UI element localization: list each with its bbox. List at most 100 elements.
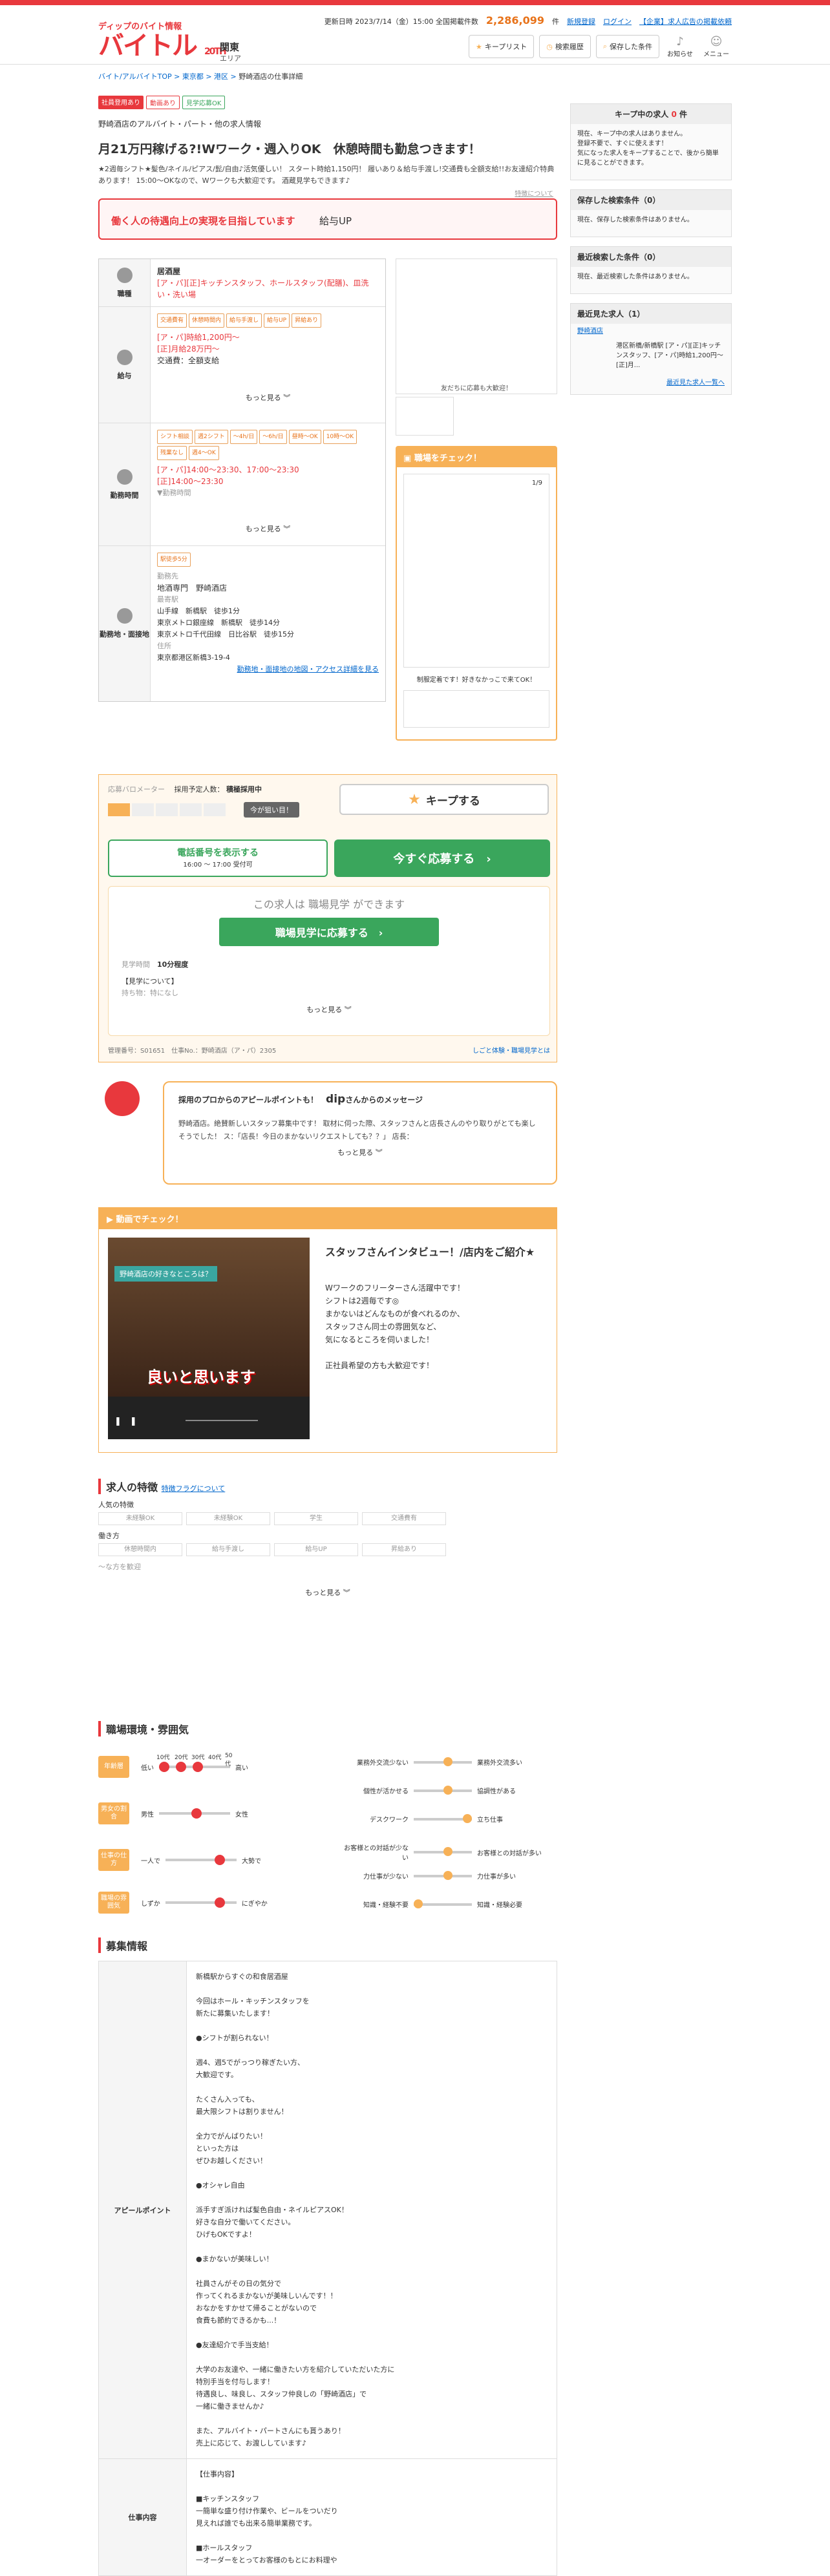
- job-title: 月21万円稼げる?!Wワーク・週入りOK 休憩時間も勤怠つきます！: [98, 142, 481, 156]
- region-change-link[interactable]: エリア: [220, 53, 241, 63]
- video-caption: 野崎酒店の好きなところは？: [114, 1266, 217, 1282]
- recent-jobs-all-link[interactable]: 最近見た求人一覧へ: [571, 375, 731, 388]
- features-link[interactable]: 特徴フラグについて: [162, 1484, 226, 1493]
- bell-icon: ♪: [676, 35, 684, 48]
- recent-cond-box: 最近検索した条件（0） 現在、最近検索した条件はありません。: [570, 246, 732, 294]
- play-icon[interactable]: ❚ ❚: [114, 1414, 137, 1426]
- keep-button[interactable]: ★ キープする: [339, 784, 549, 815]
- recent-job-detail: 港区新橋/新橋駅 [ア・パ][正]キッチンスタッフ、[ア・パ]時給1,200円〜…: [616, 343, 723, 369]
- video-player[interactable]: 野崎酒店の好きなところは？ 良いと思います ❚ ❚: [108, 1238, 310, 1439]
- type-tag: 居酒屋: [157, 267, 181, 276]
- goal-label: 働く人の待遇向上の実現を目指しています: [111, 215, 295, 227]
- map-link[interactable]: 勤務地・面接地の地図・アクセス詳細を見る: [157, 664, 379, 675]
- row-type: 職種 居酒屋 [ア・パ][正]キッチンスタッフ、ホールスタッフ(配膳)、皿洗い・…: [99, 259, 385, 307]
- visit-apply-button[interactable]: 職場見学に応募する ›: [219, 918, 439, 946]
- apply-footer: 管理番号：S01651 仕事No.：野崎酒店（ア・パ）2305 しごと体験・職場…: [108, 1045, 550, 1055]
- meter-label: 応募バロメーター: [108, 785, 165, 794]
- main-content: 社員登用あり 動画あり 見学応募OK 野崎酒店のアルバイト・パート・他の求人情報…: [98, 96, 557, 2576]
- feature-cell: 給与UP: [274, 1543, 358, 1556]
- corp-link[interactable]: 【企業】求人広告の掲載依頼: [639, 16, 732, 26]
- feature-group: 人気の特徴: [98, 1501, 134, 1509]
- apply-now-button[interactable]: 今すぐ応募する ›: [334, 839, 550, 877]
- feature-cell: 学生: [274, 1512, 358, 1525]
- recent-job-link[interactable]: 野崎酒店: [571, 324, 731, 336]
- pay-line: 交通費：全額支給: [157, 356, 220, 365]
- logo[interactable]: ディップのバイト情報 バイトル 20TH: [98, 19, 227, 66]
- pay-tag: 給与手渡し: [226, 313, 262, 328]
- time-tag: 10時〜OK: [323, 430, 357, 444]
- video-frame: 野崎酒店の好きなところは？ 良いと思います: [108, 1238, 310, 1397]
- more-button[interactable]: もっと見る ︾: [178, 1147, 542, 1157]
- env-age: 年齢層 低い 10代 20代 30代 40代 50代 高い: [98, 1753, 248, 1778]
- camera-icon: ▣: [403, 454, 412, 463]
- pay-line: [正]月給28万円〜: [157, 344, 220, 354]
- place-head: 住所: [157, 642, 171, 650]
- features-section: 求人の特徴 特徴フラグについて 人気の特徴 未経験OK 未経験OK 学生 交通費有 働…: [98, 1479, 557, 1598]
- appeal-label: アピールポイント: [99, 1961, 187, 2458]
- row-value-pay: 交通費有 休憩時間内 給与手渡し 給与UP 昇給あり [ア・パ]時給1,200円…: [151, 307, 385, 423]
- feature-group: 〜な方を歓迎: [98, 1563, 141, 1571]
- feature-cell: 給与手渡し: [186, 1543, 270, 1556]
- tel-button[interactable]: 電話番号を表示する 16:00 〜 17:00 受付可: [108, 839, 328, 877]
- recent-cond-text: 現在、最近検索した条件はありません。: [577, 273, 694, 280]
- yen-icon: [116, 349, 133, 365]
- saved-box: 保存した検索条件（0） 現在、保存した検索条件はありません。: [570, 189, 732, 237]
- more-button[interactable]: もっと見る ︾: [157, 523, 379, 535]
- photo-thumbnails[interactable]: [403, 690, 549, 728]
- environment-section: 職場環境・雰囲気 年齢層 低い 10代 20代 30代 40代 50代 高い 男…: [98, 1721, 557, 1915]
- time-toggle[interactable]: ▼勤務時間: [157, 487, 379, 499]
- env-tag: 年齢層: [98, 1756, 129, 1778]
- row-label-time: 勤務時間: [99, 423, 151, 545]
- visit-about-link[interactable]: しごと体験・職場見学とは: [473, 1045, 550, 1055]
- photo-viewer[interactable]: 1/9: [403, 474, 549, 668]
- age-scale: 10代 20代 30代 40代 50代: [156, 1753, 232, 1772]
- place-address: 東京都港区新橋3-19-4: [157, 653, 230, 662]
- qr-thumb: [396, 397, 454, 436]
- breadcrumb-pref[interactable]: 東京都: [182, 72, 204, 81]
- message-head: 採用のプロからのアピールポイントも！ dipさんからのメッセージ: [178, 1093, 423, 1106]
- visit-details: 見学時間 10分程度 【見学について】 持ち物：特になし もっと見る ︾: [109, 946, 549, 1029]
- menu-button[interactable]: ☺ メニュー: [701, 35, 732, 58]
- saved-button[interactable]: ⌕ 保存した条件: [595, 35, 659, 58]
- row-value-place: 駅徒歩5分 勤務先 地酒専門 野崎酒店 最寄駅 山手線 新橋駅 徒歩1分 東京メ…: [151, 546, 385, 701]
- env-tag: 仕事の仕方: [98, 1849, 129, 1871]
- place-head: 勤務先: [157, 572, 178, 580]
- job-count: 2,286,099: [485, 14, 544, 26]
- goal-value: 給与UP: [319, 215, 352, 227]
- type-value: [ア・パ][正]キッチンスタッフ、ホールスタッフ(配膳)、皿洗い・洗い場: [157, 279, 369, 299]
- more-button[interactable]: もっと見る ︾: [98, 1587, 557, 1598]
- history-label: 検索履歴: [555, 43, 584, 51]
- keep-box-text: 現在、キープ中の求人はありません。 登録不要で、すぐに使えます！ 気になった求人…: [577, 131, 719, 167]
- place-name: 地酒専門 野崎酒店: [157, 584, 228, 593]
- user-icon: ☺: [710, 35, 723, 48]
- breadcrumb-city[interactable]: 港区: [214, 72, 228, 81]
- row-value-time: シフト相談 週2シフト 〜4h/日 〜6h/日 昼時〜OK 10時〜OK 残業な…: [151, 423, 385, 545]
- login-link[interactable]: ログイン: [603, 16, 632, 26]
- history-button[interactable]: ◷ 検索履歴: [539, 35, 591, 58]
- more-button[interactable]: もっと見る ︾: [122, 1004, 537, 1016]
- keep-list-button[interactable]: ★ キープリスト: [469, 35, 535, 58]
- env-r5: 力仕事が少ない 力仕事が多い: [344, 1870, 516, 1881]
- header-top-links: 更新日時 2023/7/14（金）15:00 全国掲載件数 2,286,099 …: [325, 14, 732, 26]
- row-time: 勤務時間 シフト相談 週2シフト 〜4h/日 〜6h/日 昼時〜OK 10時〜O…: [99, 423, 385, 546]
- video-seekbar[interactable]: [186, 1420, 258, 1421]
- brand-top-bar: [0, 0, 830, 5]
- register-link[interactable]: 新規登録: [567, 16, 595, 26]
- job-number: 管理番号：S01651 仕事No.：野崎酒店（ア・パ）2305: [108, 1048, 277, 1055]
- bag-icon: [116, 267, 133, 283]
- meter-hint: 今が狙い目！: [244, 802, 299, 818]
- time-tag: 週2シフト: [195, 430, 228, 444]
- row-label-type: 職種: [99, 259, 151, 306]
- row-label-pay: 給与: [99, 307, 151, 423]
- notice-button[interactable]: ♪ お知らせ: [665, 35, 696, 58]
- place-tag: 駅徒歩5分: [157, 553, 191, 567]
- more-button[interactable]: もっと見る ︾: [157, 392, 379, 404]
- qr-code: [396, 259, 557, 394]
- video-icon: ▶: [107, 1215, 113, 1225]
- time-line: [正]14:00〜23:30: [157, 477, 224, 486]
- features-title: 求人の特徴 特徴フラグについて: [98, 1479, 557, 1494]
- recruit-title: 募集情報: [98, 1937, 147, 1953]
- breadcrumb-top[interactable]: バイト/アルバイトTOP: [98, 72, 172, 81]
- visit-box: この求人は 職場見学 ができます 職場見学に応募する › 見学時間 10分程度 …: [108, 886, 550, 1036]
- goal-link[interactable]: 特徴について: [515, 188, 553, 198]
